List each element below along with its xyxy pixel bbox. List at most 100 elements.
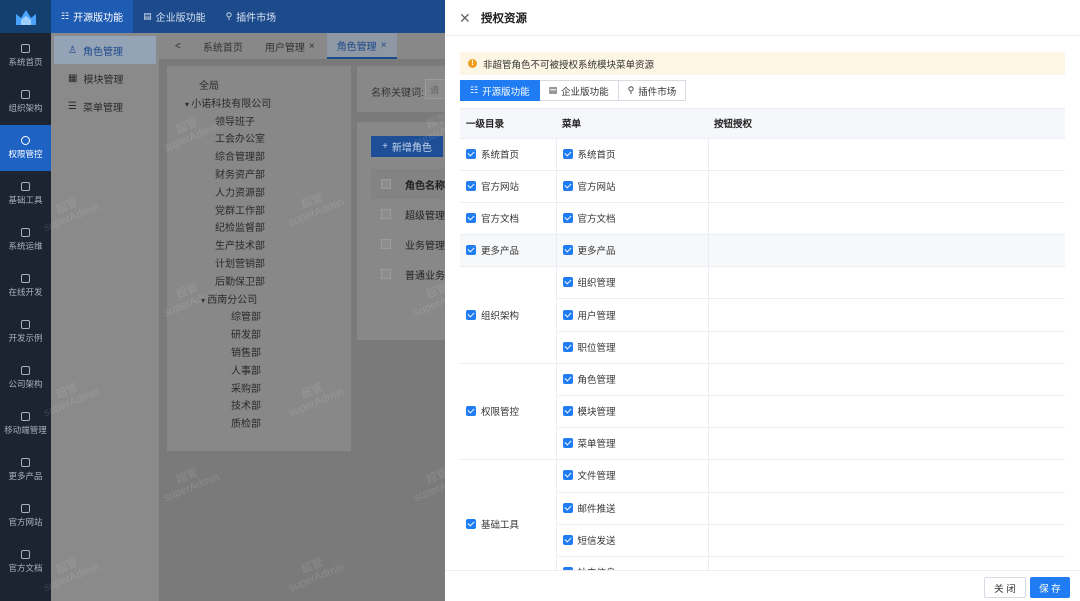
sidebar-item[interactable]: 开发示例 — [0, 309, 51, 355]
first-level-checkbox[interactable]: 官方文档 — [466, 211, 519, 225]
tree-node[interactable]: 人力资源部 — [179, 185, 351, 203]
first-level-checkbox[interactable]: 组织架构 — [466, 308, 519, 322]
sidebar-item[interactable]: 基础工具 — [0, 171, 51, 217]
checkbox-checked[interactable] — [562, 502, 573, 513]
module-segment: ☷ 开源版功能 ▤ 企业版功能 ⚲ 插件市场 — [460, 80, 687, 101]
menu-checkbox[interactable]: 菜单管理 — [562, 436, 616, 450]
sidebar-item-label: 官方网站 — [8, 517, 43, 527]
sidebar-item[interactable]: 官方文档 — [0, 539, 51, 585]
menu-checkbox[interactable]: 角色管理 — [562, 372, 616, 386]
row-checkbox[interactable] — [381, 209, 391, 219]
tree-node[interactable]: 后勤保卫部 — [179, 274, 351, 292]
submenu-item[interactable]: ♙ 角色管理 — [54, 36, 156, 64]
tree-node[interactable]: 全局 — [179, 78, 351, 96]
checkbox-checked[interactable] — [562, 438, 573, 449]
tree-node[interactable]: 纪检监督部 — [179, 220, 351, 238]
checkbox-checked[interactable] — [562, 180, 573, 191]
top-nav-item[interactable]: ☷ 开源版功能 — [51, 0, 134, 33]
submenu-item[interactable]: ▦ 模块管理 — [54, 64, 156, 92]
checkbox-checked[interactable] — [466, 180, 476, 191]
sidebar-item[interactable]: 公司架构 — [0, 355, 51, 401]
sidebar-item[interactable]: 移动端管理 — [0, 401, 51, 447]
sidebar-item[interactable]: 系统首页 — [0, 33, 51, 79]
tree-node[interactable]: 生产技术部 — [179, 238, 351, 256]
checkbox-checked[interactable] — [562, 534, 573, 545]
checkbox-checked[interactable] — [466, 309, 476, 320]
segment-tab[interactable]: ▤ 企业版功能 — [539, 80, 619, 101]
tree-node[interactable]: 财务资产部 — [179, 167, 351, 185]
tree-node[interactable]: 采购部 — [179, 381, 351, 399]
sidebar-item[interactable]: 在线开发 — [0, 263, 51, 309]
tab-item[interactable]: 角色管理 × — [326, 33, 397, 59]
checkbox-checked[interactable] — [562, 309, 573, 320]
tab-close-icon[interactable]: × — [381, 40, 387, 51]
checkbox-checked[interactable] — [466, 518, 476, 529]
tree-node-label: 生产技术部 — [215, 241, 265, 253]
menu-checkbox[interactable]: 更多产品 — [562, 243, 616, 257]
first-level-checkbox[interactable]: 系统首页 — [466, 147, 519, 161]
checkbox-checked[interactable] — [466, 148, 476, 159]
menu-checkbox[interactable]: 组织管理 — [562, 275, 616, 289]
submenu-item[interactable]: ☰ 菜单管理 — [54, 92, 156, 120]
row-checkbox[interactable] — [381, 269, 391, 279]
select-all-checkbox[interactable] — [381, 179, 391, 189]
menu-checkbox[interactable]: 模块管理 — [562, 404, 616, 418]
tree-node[interactable]: 研发部 — [179, 327, 351, 345]
top-nav-item[interactable]: ⚲ 插件市场 — [216, 0, 287, 33]
tab-item[interactable]: 系统首页 — [193, 33, 253, 59]
row-checkbox[interactable] — [381, 239, 391, 249]
back-icon[interactable]: < — [165, 33, 191, 59]
add-role-button[interactable]: + 新增角色 — [371, 136, 443, 157]
segment-tab[interactable]: ☷ 开源版功能 — [460, 80, 540, 101]
tree-node[interactable]: ▾ 西南分公司 — [179, 292, 351, 310]
tree-node[interactable]: 人事部 — [179, 363, 351, 381]
checkbox-checked[interactable] — [466, 406, 476, 417]
permission-row: 官方文档 官方文档 — [460, 202, 1065, 236]
sidebar-item[interactable]: 系统运维 — [0, 217, 51, 263]
menu-checkbox[interactable]: 短信发送 — [562, 533, 616, 547]
tree-node[interactable]: 质检部 — [179, 416, 351, 434]
checkbox-checked[interactable] — [562, 341, 573, 352]
sidebar-item[interactable]: 权限管控 — [0, 125, 51, 171]
tree-node[interactable]: 党群工作部 — [179, 203, 351, 221]
menu-checkbox[interactable]: 邮件推送 — [562, 501, 616, 515]
checkbox-checked[interactable] — [562, 470, 573, 481]
menu-checkbox[interactable]: 官方网站 — [562, 179, 616, 193]
menu-checkbox[interactable]: 官方文档 — [562, 211, 616, 225]
menu-checkbox[interactable]: 职位管理 — [562, 340, 616, 354]
tree-node[interactable]: 技术部 — [179, 398, 351, 416]
checkbox-checked[interactable] — [562, 245, 573, 256]
top-nav-item[interactable]: ▤ 企业版功能 — [133, 0, 216, 33]
checkbox-checked[interactable] — [466, 245, 476, 256]
save-button[interactable]: 保 存 — [1030, 577, 1070, 598]
top-nav-label: 企业版功能 — [155, 13, 206, 24]
first-level-checkbox[interactable]: 权限管控 — [466, 404, 519, 418]
first-level-checkbox[interactable]: 基础工具 — [466, 517, 519, 531]
first-level-checkbox[interactable]: 更多产品 — [466, 243, 519, 257]
checkbox-checked[interactable] — [562, 373, 573, 384]
checkbox-checked[interactable] — [562, 212, 573, 223]
first-level-checkbox[interactable]: 官方网站 — [466, 179, 519, 193]
sidebar-item[interactable]: 组织架构 — [0, 79, 51, 125]
tree-node[interactable]: 综管部 — [179, 309, 351, 327]
sidebar-item[interactable]: 更多产品 — [0, 447, 51, 493]
tree-node[interactable]: 领导班子 — [179, 114, 351, 132]
checkbox-checked[interactable] — [466, 212, 476, 223]
tree-node[interactable]: 工会办公室 — [179, 131, 351, 149]
tab-close-icon[interactable]: × — [309, 41, 315, 52]
tree-node[interactable]: ▾ 小诺科技有限公司 — [179, 96, 351, 114]
menu-checkbox[interactable]: 系统首页 — [562, 147, 616, 161]
close-button[interactable]: 关 闭 — [984, 577, 1026, 598]
segment-tab[interactable]: ⚲ 插件市场 — [618, 80, 687, 101]
menu-checkbox[interactable]: 文件管理 — [562, 468, 616, 482]
tree-node[interactable]: 计划营销部 — [179, 256, 351, 274]
tree-node[interactable]: 综合管理部 — [179, 149, 351, 167]
close-icon[interactable]: ✕ — [459, 11, 475, 25]
menu-checkbox[interactable]: 用户管理 — [562, 308, 616, 322]
tree-node[interactable]: 销售部 — [179, 345, 351, 363]
tab-item[interactable]: 用户管理 × — [255, 33, 325, 59]
checkbox-checked[interactable] — [562, 148, 573, 159]
checkbox-checked[interactable] — [562, 406, 573, 417]
checkbox-checked[interactable] — [562, 277, 573, 288]
sidebar-item[interactable]: 官方网站 — [0, 493, 51, 539]
